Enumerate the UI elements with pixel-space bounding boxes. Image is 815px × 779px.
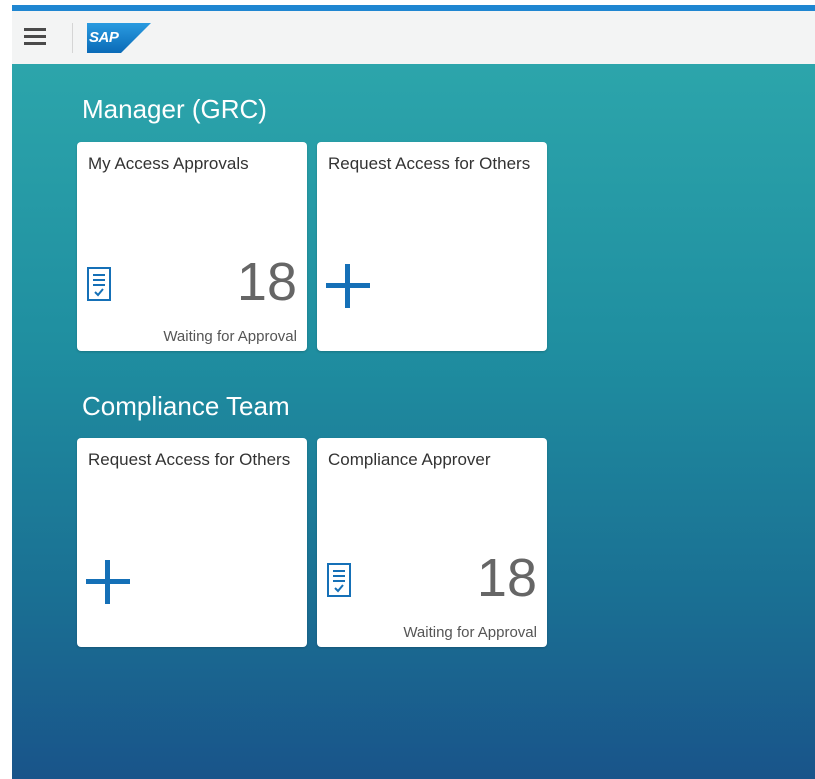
sap-logo-text: SAP — [89, 29, 119, 46]
header-divider — [72, 23, 73, 53]
plus-icon — [326, 264, 370, 308]
shell-header: SAP — [12, 11, 815, 65]
group-title-manager: Manager (GRC) — [82, 94, 267, 124]
group-title-compliance: Compliance Team — [82, 391, 290, 421]
sap-logo[interactable]: SAP — [87, 23, 151, 53]
tile-title: Request Access for Others — [328, 154, 531, 173]
tile-compliance-approver[interactable]: Compliance Approver 18 Waiting for Appro… — [317, 438, 547, 647]
hamburger-menu-button[interactable] — [22, 27, 49, 49]
plus-icon — [86, 560, 130, 604]
tile-kpi-number: 18 — [476, 548, 537, 608]
hamburger-icon — [24, 28, 46, 31]
tile-my-access-approvals[interactable]: My Access Approvals 18 Waiting for Appro… — [77, 142, 307, 351]
approval-document-icon — [87, 267, 111, 301]
tile-title: Compliance Approver — [328, 450, 491, 469]
tile-title: Request Access for Others — [88, 450, 291, 469]
launchpad-window: SAP Manager (GRC) My Access Approvals 18… — [12, 0, 815, 779]
tile-request-access-others-manager[interactable]: Request Access for Others — [317, 142, 547, 351]
tile-request-access-others-compliance[interactable]: Request Access for Others — [77, 438, 307, 647]
tile-kpi-number: 18 — [236, 252, 297, 312]
tile-footer: Waiting for Approval — [403, 624, 537, 641]
launchpad-home: Manager (GRC) My Access Approvals 18 Wai… — [12, 64, 815, 779]
tile-footer: Waiting for Approval — [163, 328, 297, 345]
tile-title: My Access Approvals — [88, 154, 249, 173]
approval-document-icon — [327, 563, 351, 597]
